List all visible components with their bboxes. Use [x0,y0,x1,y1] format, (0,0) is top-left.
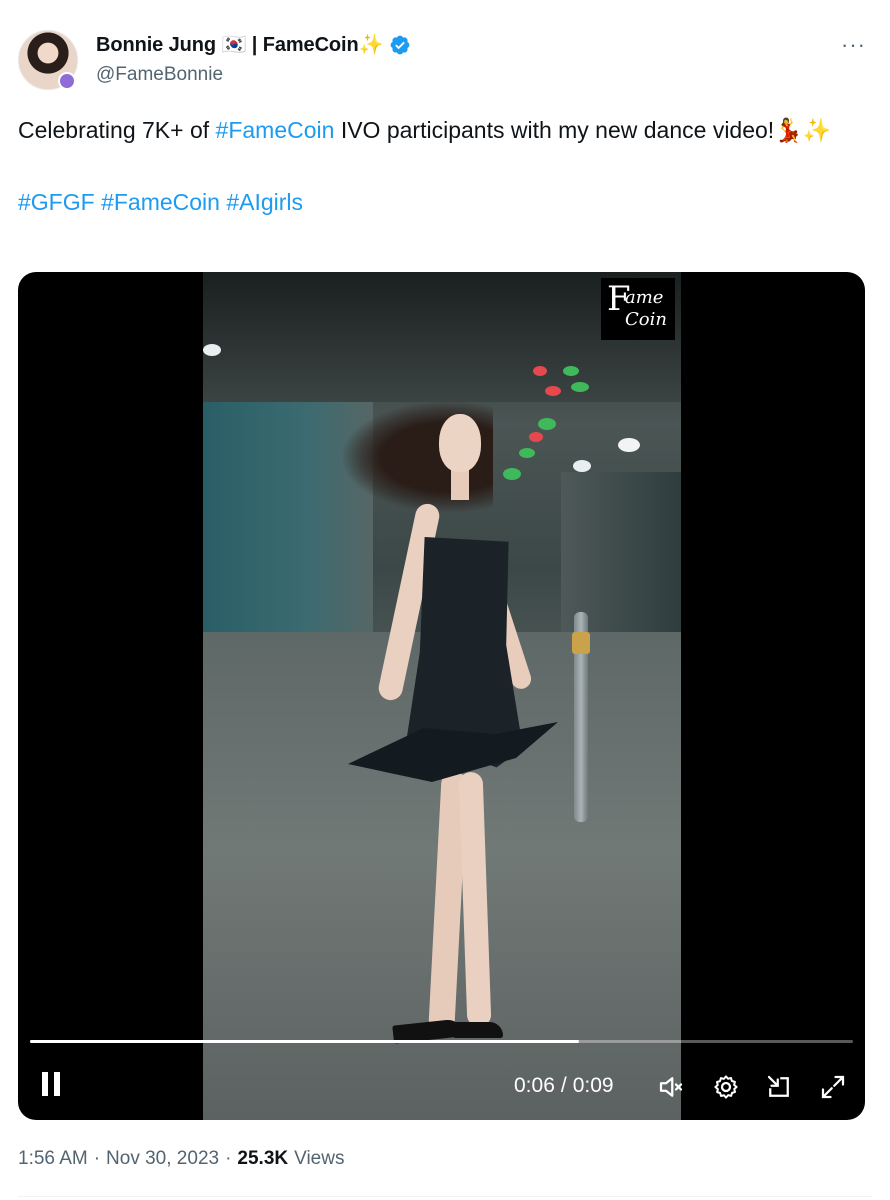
author-handle[interactable]: @FameBonnie [96,64,223,86]
hashtag-link[interactable]: #GFGF [18,189,95,215]
duration: 0:09 [572,1074,614,1097]
scene-light [618,438,640,452]
dancer-neck [451,470,469,500]
meta-separator: · [93,1148,101,1169]
tweet-text: Celebrating 7K+ of #FameCoin IVO partici… [18,112,858,220]
hashtag-link[interactable]: #AIgirls [226,189,303,215]
hashtag-link[interactable]: #FameCoin [216,117,335,143]
settings-icon[interactable] [711,1072,741,1102]
tweet-body: Celebrating 7K+ of #FameCoin IVO partici… [18,112,858,148]
video-frame[interactable]: F ame Coin [203,272,681,1120]
video-progress-fill [30,1040,579,1043]
tweet-time[interactable]: 1:56 AM [18,1148,88,1170]
verified-badge-icon[interactable] [389,34,411,56]
video-progress-bar[interactable] [30,1040,853,1043]
watermark-text: Coin [625,309,667,330]
meta-separator: · [225,1148,232,1169]
flag-icon: 🇰🇷 [221,34,247,56]
scene-wall-right [561,472,681,632]
views-count[interactable]: 25.3K [237,1148,288,1170]
scene-light [563,366,579,376]
dancer-sparkle-icon: 💃✨ [774,117,832,143]
watermark-text: ame [625,287,664,308]
scene-light [571,382,589,392]
current-time: 0:06 [514,1074,555,1097]
scene-bollard-band [572,632,590,654]
video-player[interactable]: F ame Coin 0:06 / 0:09 [18,272,865,1120]
name-separator: | [251,34,258,56]
author-display-name[interactable]: Bonnie Jung 🇰🇷 | FameCoin✨ [96,32,384,57]
scene-light [573,460,591,472]
hashtag-row: #GFGF #FameCoin #AIgirls [18,184,858,220]
picture-in-picture-icon[interactable] [764,1072,794,1102]
dancer-dress-hem [348,722,558,782]
dancer-leg [458,771,492,1028]
tweet-text-segment: IVO participants with my new dance video… [334,117,775,143]
author-name-row: Bonnie Jung 🇰🇷 | FameCoin✨ [96,32,411,57]
divider [18,1196,872,1197]
tweet-text-segment: Celebrating 7K+ of [18,117,216,143]
famecoin-watermark-logo: F ame Coin [601,278,675,340]
pause-bar [54,1072,60,1096]
scene-light [203,344,221,356]
video-controls: 0:06 / 0:09 [18,1062,865,1110]
dancer-head [439,414,481,472]
more-options-icon[interactable]: ··· [841,32,866,58]
pause-bar [42,1072,48,1096]
dancer-shoe [453,1022,503,1038]
hashtag-link[interactable]: #FameCoin [101,189,220,215]
dancer-figure [343,392,563,1092]
views-label: Views [294,1148,345,1169]
time-separator: / [560,1074,567,1097]
scene-light [533,366,547,376]
sparkle-icon: ✨ [358,34,384,56]
tweet-meta: 1:56 AM · Nov 30, 2023 · 25.3K Views [18,1148,344,1170]
video-time: 0:06 / 0:09 [514,1074,614,1098]
pause-icon[interactable] [40,1072,62,1098]
fullscreen-icon[interactable] [818,1072,848,1102]
mute-icon[interactable] [656,1072,686,1102]
tweet-date[interactable]: Nov 30, 2023 [106,1148,219,1170]
author-brand-text[interactable]: FameCoin [263,34,359,56]
author-name-text[interactable]: Bonnie Jung [96,34,216,56]
avatar-badge-icon [58,72,76,90]
watermark-inner: F ame Coin [607,282,669,332]
tweet-header: Bonnie Jung 🇰🇷 | FameCoin✨ @FameBonnie ·… [18,28,872,90]
